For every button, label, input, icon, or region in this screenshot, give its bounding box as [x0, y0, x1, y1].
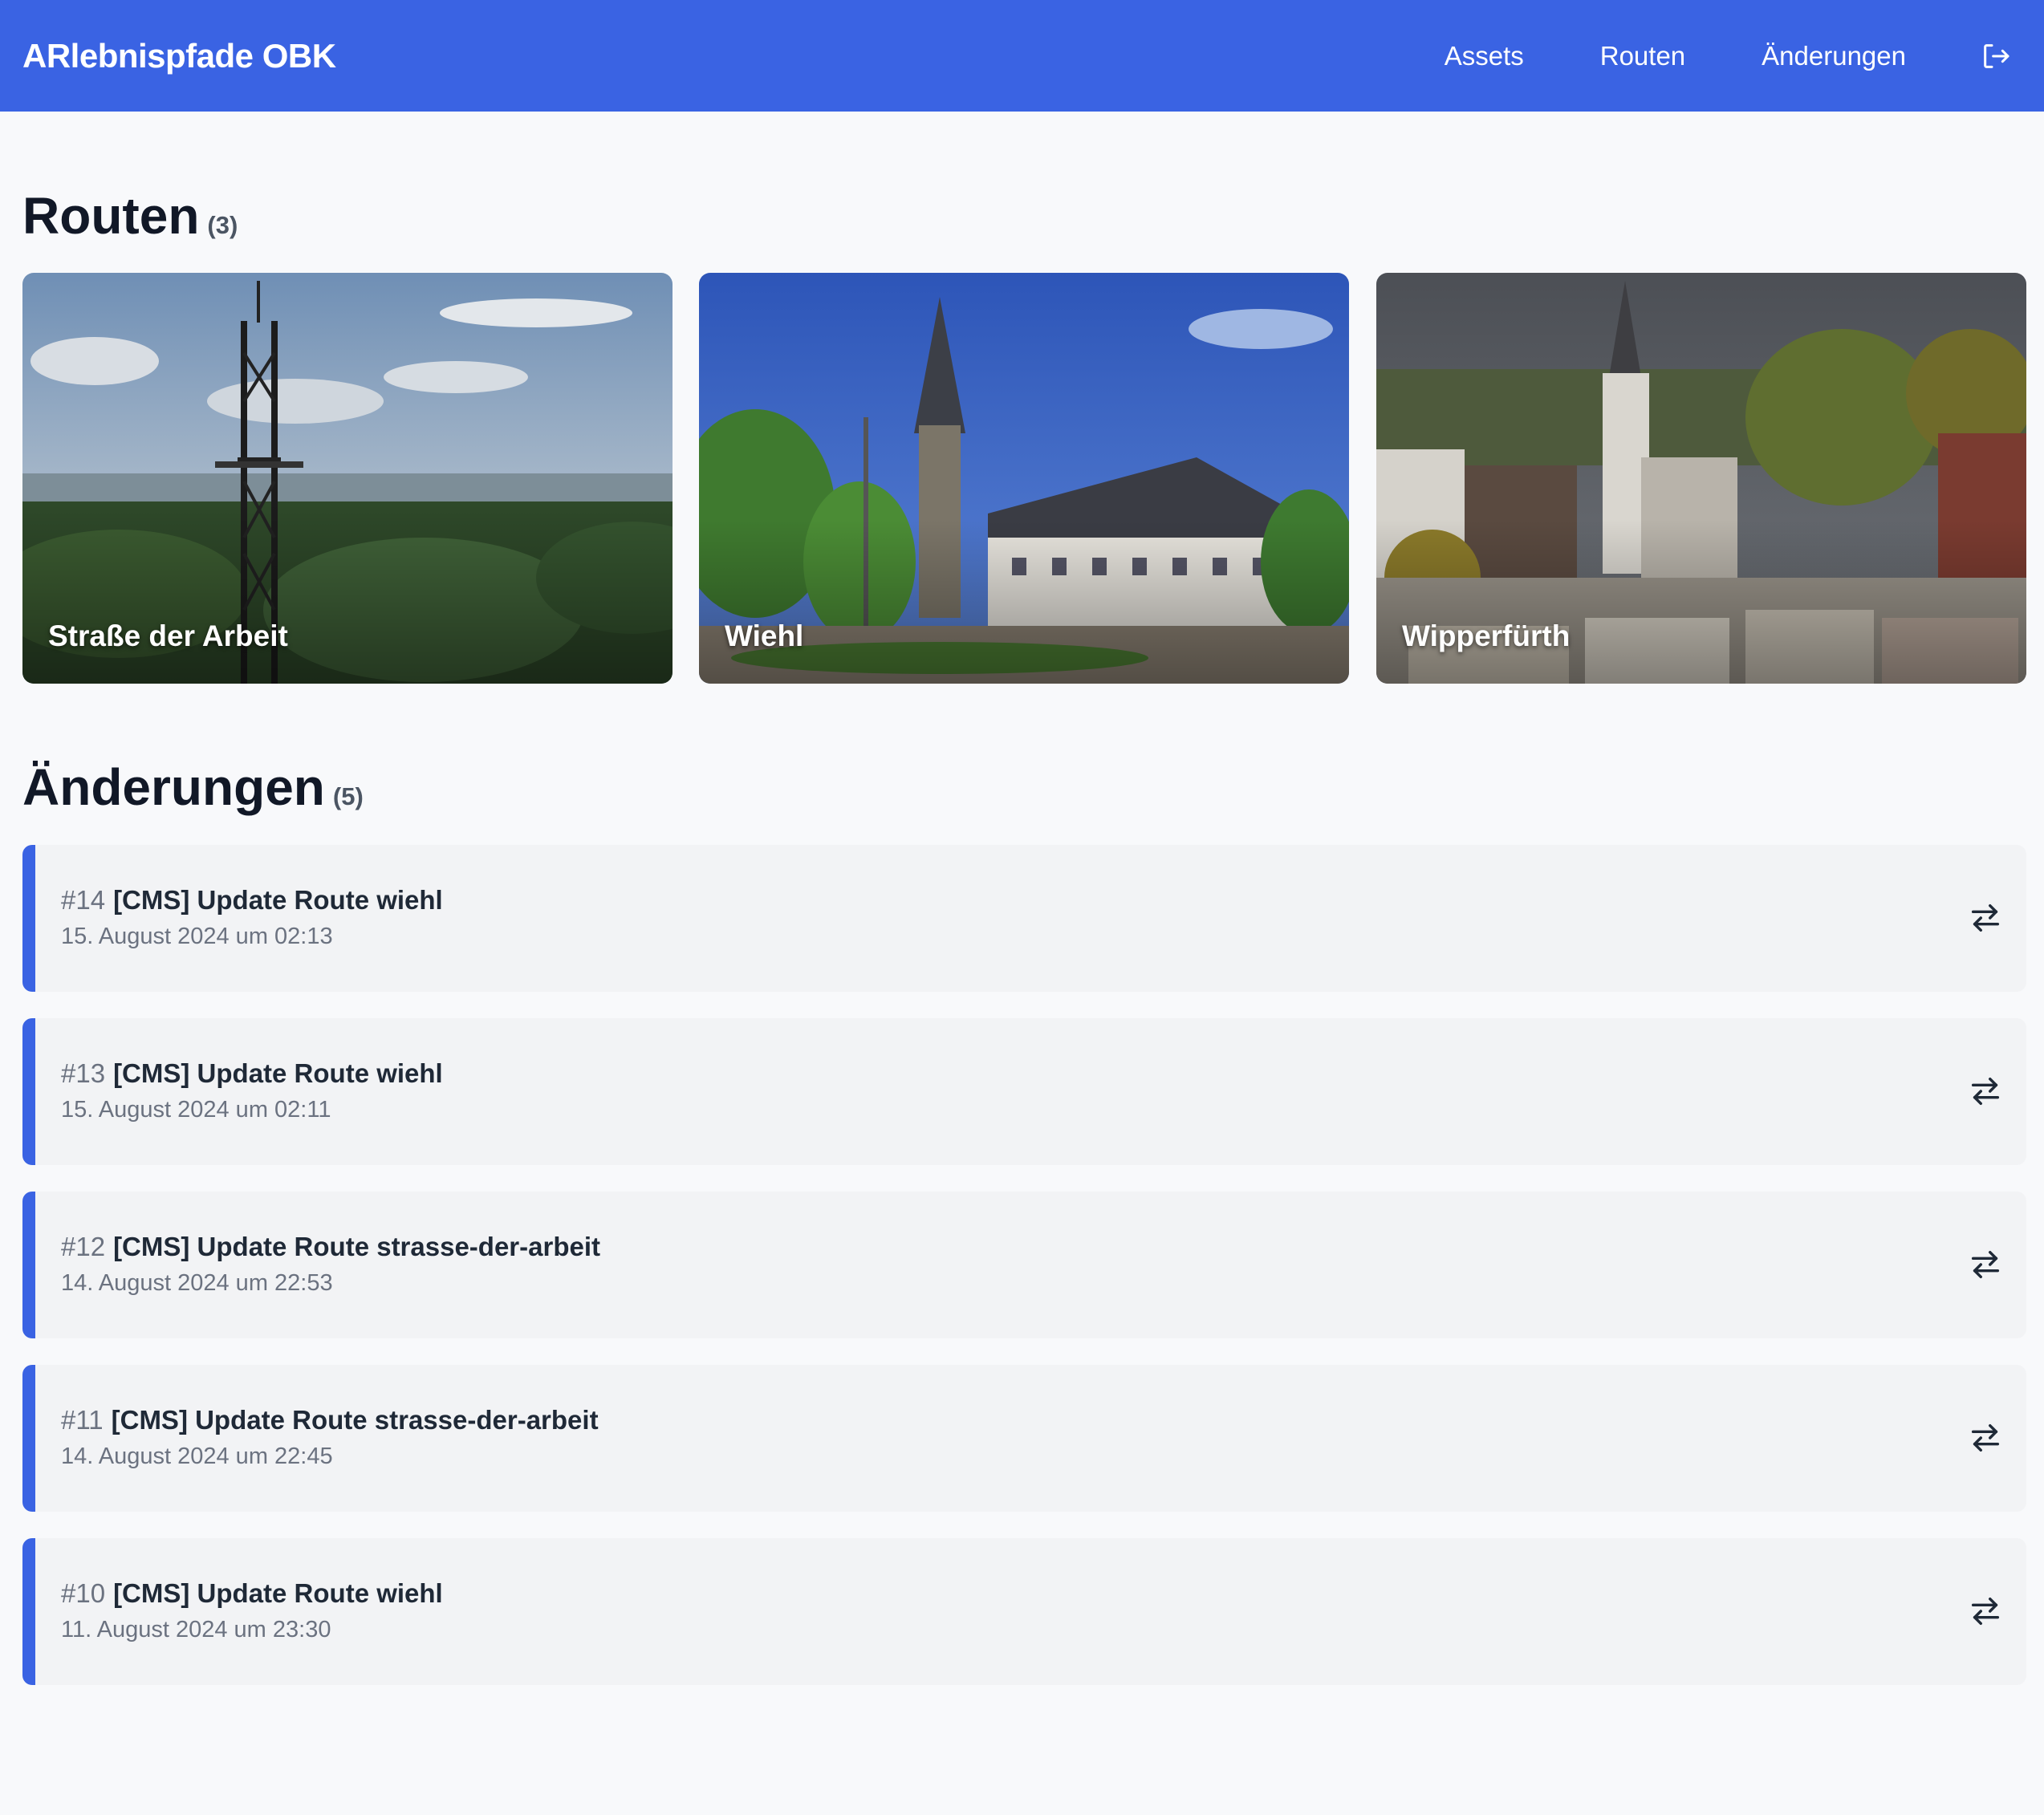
route-card-label: Wiehl [725, 619, 804, 652]
route-card-label: Wipperfürth [1402, 619, 1571, 652]
route-cards: Straße der Arbeit Wiehl Wipperfürth [22, 273, 2026, 684]
change-number: #13 [61, 1058, 106, 1088]
swap-arrows-icon[interactable] [1967, 1419, 2004, 1456]
change-row-12[interactable]: #12 [CMS] Update Route strasse-der-arbeit… [22, 1192, 2026, 1338]
change-date: 14. August 2024 um 22:45 [61, 1443, 333, 1469]
change-date: 11. August 2024 um 23:30 [61, 1617, 331, 1642]
change-title: #13 [CMS] Update Route wiehl [61, 1058, 443, 1089]
swap-arrows-icon[interactable] [1967, 1246, 2004, 1283]
change-message: [CMS] Update Route wiehl [113, 885, 443, 915]
route-card-label: Straße der Arbeit [48, 619, 288, 652]
change-row-11[interactable]: #11 [CMS] Update Route strasse-der-arbeit… [22, 1365, 2026, 1512]
routes-count: (3) [207, 211, 238, 239]
change-number: #11 [61, 1405, 104, 1435]
nav-routen[interactable]: Routen [1600, 41, 1685, 71]
change-message: [CMS] Update Route strasse-der-arbeit [111, 1405, 599, 1435]
change-title: #11 [CMS] Update Route strasse-der-arbeit [61, 1405, 599, 1435]
change-row-13[interactable]: #13 [CMS] Update Route wiehl 15. August 2… [22, 1018, 2026, 1165]
swap-arrows-icon[interactable] [1967, 1593, 2004, 1630]
nav-assets[interactable]: Assets [1445, 41, 1524, 71]
changes-list: #14 [CMS] Update Route wiehl 15. August 2… [22, 845, 2026, 1711]
main-nav: Assets Routen Änderungen [1368, 0, 2022, 112]
route-card-wipperfuerth[interactable]: Wipperfürth [1376, 273, 2026, 684]
routes-heading: Routen (3) [22, 186, 238, 246]
changes-count: (5) [332, 782, 364, 810]
change-row-10[interactable]: #10 [CMS] Update Route wiehl 11. August 2… [22, 1538, 2026, 1685]
changes-title: Änderungen [22, 758, 325, 816]
route-card-wiehl[interactable]: Wiehl [699, 273, 1349, 684]
change-number: #10 [61, 1578, 106, 1608]
change-date: 14. August 2024 um 22:53 [61, 1270, 333, 1296]
change-number: #14 [61, 885, 106, 915]
change-title: #14 [CMS] Update Route wiehl [61, 885, 443, 916]
changes-heading: Änderungen (5) [22, 757, 364, 817]
logout-icon[interactable] [1978, 39, 2014, 74]
brand-logo[interactable]: ARlebnispfade OBK [22, 37, 336, 75]
change-date: 15. August 2024 um 02:13 [61, 924, 333, 949]
change-row-14[interactable]: #14 [CMS] Update Route wiehl 15. August 2… [22, 845, 2026, 992]
change-message: [CMS] Update Route wiehl [113, 1578, 443, 1608]
change-title: #10 [CMS] Update Route wiehl [61, 1578, 443, 1609]
change-title: #12 [CMS] Update Route strasse-der-arbeit [61, 1232, 600, 1262]
swap-arrows-icon[interactable] [1967, 899, 2004, 936]
route-card-strasse-der-arbeit[interactable]: Straße der Arbeit [22, 273, 673, 684]
nav-aenderungen[interactable]: Änderungen [1762, 41, 1906, 71]
change-date: 15. August 2024 um 02:11 [61, 1097, 331, 1123]
change-message: [CMS] Update Route wiehl [113, 1058, 443, 1088]
routes-title: Routen [22, 187, 200, 245]
swap-arrows-icon[interactable] [1967, 1073, 2004, 1110]
top-navbar: ARlebnispfade OBK Assets Routen Änderung… [0, 0, 2044, 112]
change-number: #12 [61, 1232, 106, 1261]
change-message: [CMS] Update Route strasse-der-arbeit [113, 1232, 601, 1261]
